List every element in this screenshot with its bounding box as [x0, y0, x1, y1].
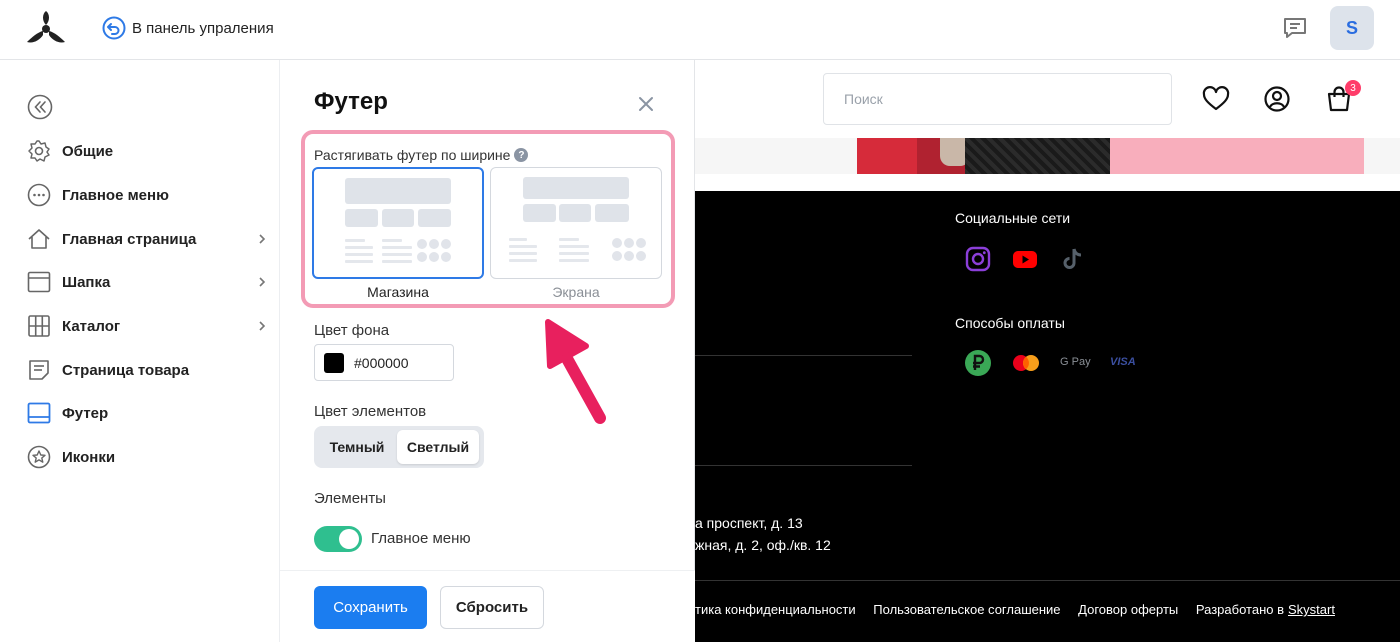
sidebar-item-icons[interactable]: Иконки: [27, 443, 277, 471]
sidebar-item-catalog[interactable]: Каталог: [27, 312, 277, 340]
annotation-arrow-icon: [545, 319, 606, 424]
cart-count-badge: 3: [1345, 80, 1361, 96]
promo-banner-image: [695, 138, 1400, 174]
close-icon[interactable]: [637, 95, 655, 113]
chevron-right-icon: [259, 277, 266, 287]
sidebar-item-label: Главная страница: [62, 230, 197, 248]
mastercard-icon: [1013, 355, 1039, 371]
stretch-width-label: Растягивать футер по ширине ?: [314, 147, 529, 163]
footer-layout-icon: [27, 401, 51, 425]
youtube-icon[interactable]: [1012, 246, 1038, 272]
sidebar-item-header[interactable]: Шапка: [27, 268, 277, 296]
user-agreement-link[interactable]: Пользовательское соглашение: [873, 602, 1060, 617]
bg-color-label: Цвет фона: [314, 322, 390, 339]
sidebar-item-label: Общие: [62, 142, 114, 160]
divider: [695, 465, 912, 466]
top-bar: В панель упраления S: [0, 0, 1400, 60]
sidebar-item-general[interactable]: Общие: [27, 137, 277, 165]
developed-by-prefix: Разработано в: [1195, 602, 1284, 617]
elements-color-label: Цвет элементов: [314, 403, 427, 420]
elements-label: Элементы: [314, 490, 386, 507]
footer-links: тика конфиденциальности Пользовательское…: [695, 602, 1349, 617]
footer-settings-panel: Футер Растягивать футер по ширине ? Мага…: [280, 60, 695, 642]
offer-contract-link[interactable]: Договор оферты: [1078, 602, 1178, 617]
bg-color-field[interactable]: #000000: [314, 344, 454, 381]
ruble-pay-icon: [965, 350, 991, 376]
document-icon: [27, 358, 51, 382]
sidebar-item-label: Иконки: [62, 448, 116, 466]
panel-title: Футер: [314, 88, 388, 115]
home-icon: [27, 227, 51, 251]
sidebar-item-label: Страница товара: [62, 361, 190, 379]
option-store-width[interactable]: [312, 167, 484, 279]
gear-icon: [27, 139, 51, 163]
search-input[interactable]: Поиск: [823, 73, 1172, 125]
elements-color-switch: Темный Светлый: [314, 426, 484, 468]
avatar[interactable]: S: [1330, 6, 1374, 50]
option-screen-width[interactable]: [490, 167, 662, 279]
gpay-icon: G Pay: [1060, 356, 1091, 368]
grid-icon: [27, 314, 51, 338]
address-line: а проспект, д. 13: [695, 515, 803, 531]
sidebar: Общие Главное меню Главная страница Шапк…: [0, 60, 280, 642]
skystart-link[interactable]: Skystart: [1288, 602, 1335, 617]
more-circle-icon: [27, 183, 51, 207]
tiktok-icon[interactable]: [1060, 246, 1086, 272]
main-menu-toggle-label: Главное меню: [371, 530, 471, 547]
sidebar-item-main-menu[interactable]: Главное меню: [27, 181, 277, 209]
panel-actions: Сохранить Сбросить: [280, 570, 695, 642]
help-icon[interactable]: ?: [514, 148, 529, 162]
stretch-width-text: Растягивать футер по ширине: [314, 147, 511, 163]
option-screen-label: Экрана: [552, 284, 600, 300]
address-line: жная, д. 2, оф./кв. 12: [695, 537, 831, 553]
chevron-right-icon: [259, 234, 266, 244]
instagram-icon[interactable]: [965, 246, 991, 272]
social-heading: Социальные сети: [955, 210, 1071, 226]
payments-heading: Способы оплаты: [955, 315, 1065, 331]
back-link-label: В панель упраления: [132, 19, 274, 37]
heart-icon[interactable]: [1202, 85, 1230, 113]
sidebar-item-footer[interactable]: Футер: [27, 399, 277, 427]
main-menu-toggle[interactable]: [314, 526, 362, 552]
bg-color-value: #000000: [354, 354, 409, 371]
option-store-label: Магазина: [367, 284, 429, 300]
sidebar-item-label: Каталог: [62, 317, 121, 335]
sidebar-item-label: Шапка: [62, 273, 111, 291]
user-icon[interactable]: [1263, 85, 1291, 113]
sidebar-item-label: Футер: [62, 404, 109, 422]
logo-icon[interactable]: [25, 9, 67, 47]
divider: [695, 355, 912, 356]
reset-button[interactable]: Сбросить: [440, 586, 544, 629]
footer-preview: Социальные сети Способы оплаты G Pay VIS…: [695, 191, 1400, 642]
divider: [695, 580, 1400, 581]
elements-color-light-option[interactable]: Светлый: [397, 430, 479, 464]
undo-circle-icon: [102, 16, 126, 40]
star-circle-icon: [27, 445, 51, 469]
chevron-right-icon: [259, 321, 266, 331]
save-button[interactable]: Сохранить: [314, 586, 427, 629]
visa-icon: VISA: [1110, 356, 1136, 368]
sidebar-item-label: Главное меню: [62, 186, 169, 204]
store-preview: Поиск 3 Социальные сети Способы оплаты G…: [695, 60, 1400, 642]
back-to-panel-link[interactable]: В панель упраления: [102, 16, 274, 40]
collapse-sidebar-icon[interactable]: [27, 94, 53, 120]
sidebar-item-home-page[interactable]: Главная страница: [27, 225, 277, 253]
developed-by: Разработано в Skystart: [1196, 602, 1335, 617]
chat-icon[interactable]: [1282, 15, 1308, 41]
color-swatch[interactable]: [324, 352, 344, 373]
elements-color-dark-option[interactable]: Темный: [317, 430, 397, 464]
sidebar-item-product-page[interactable]: Страница товара: [27, 356, 277, 384]
privacy-policy-link[interactable]: тика конфиденциальности: [695, 602, 856, 617]
header-layout-icon: [27, 270, 51, 294]
